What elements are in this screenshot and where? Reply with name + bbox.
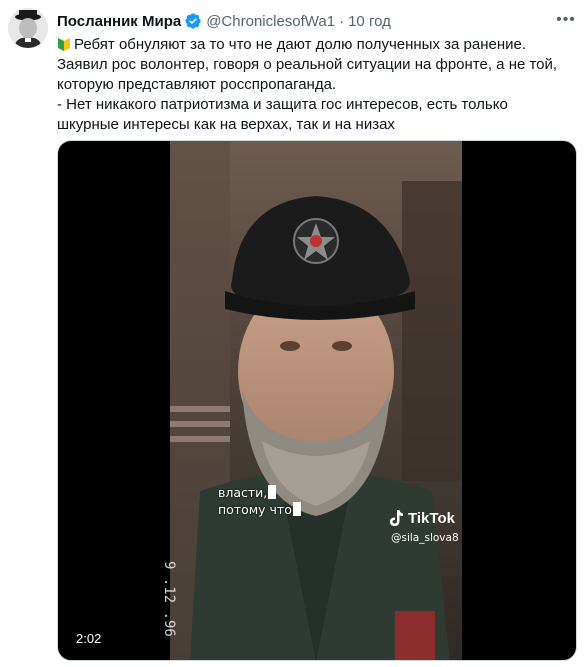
subtitle-caret xyxy=(268,485,277,499)
video-player[interactable]: власти, потому что TikTok @sila_slova8 9… xyxy=(57,140,577,661)
avatar[interactable] xyxy=(8,8,48,48)
tweet-header: Посланник Мира @ChroniclesofWa1 · 10 год xyxy=(57,10,391,32)
subtitle-line-2: потому что xyxy=(218,502,301,517)
verified-badge-icon xyxy=(184,12,202,30)
video-frame xyxy=(170,141,462,660)
tweet-text-line-1: Ребят обнуляют за то что не дают долю по… xyxy=(74,36,526,53)
tweet-text-line-5: шкурные интересы как на верхах, так и на… xyxy=(57,116,395,133)
beginner-flag-icon xyxy=(57,36,71,52)
subtitle-text-1: власти, xyxy=(218,485,268,500)
tweet-text-line-3: которую представляют росспропаганда. xyxy=(57,76,337,93)
author-name[interactable]: Посланник Мира xyxy=(57,13,181,30)
subtitle-line-1: власти, xyxy=(218,485,277,500)
tiktok-watermark: TikTok xyxy=(388,509,455,527)
tiktok-brand: TikTok xyxy=(408,509,455,527)
tweet-text-line-4: - Нет никакого патриотизма и защита гос … xyxy=(57,96,508,113)
video-date-stamp: 9 .12 .96 xyxy=(161,561,177,637)
video-duration: 2:02 xyxy=(72,630,106,647)
tweet-text: Ребят обнуляют за то что не дают долю по… xyxy=(57,35,577,135)
separator-dot: · xyxy=(339,12,345,30)
subtitle-caret xyxy=(292,502,301,516)
subtitle-text-2: потому что xyxy=(218,502,292,517)
tweet-text-line: Ребят обнуляют за то что не дают долю по… xyxy=(57,35,577,55)
tweet-text-line-2: Заявил рос волонтер, говоря о реальной с… xyxy=(57,56,558,73)
more-icon[interactable]: ••• xyxy=(554,8,578,32)
tweet-time[interactable]: 10 год xyxy=(348,13,391,30)
tiktok-username: @sila_slova8 xyxy=(391,532,459,544)
author-handle[interactable]: @ChroniclesofWa1 xyxy=(206,13,335,30)
tweet[interactable]: Посланник Мира @ChroniclesofWa1 · 10 год… xyxy=(0,0,586,667)
tiktok-note-icon xyxy=(388,509,404,527)
